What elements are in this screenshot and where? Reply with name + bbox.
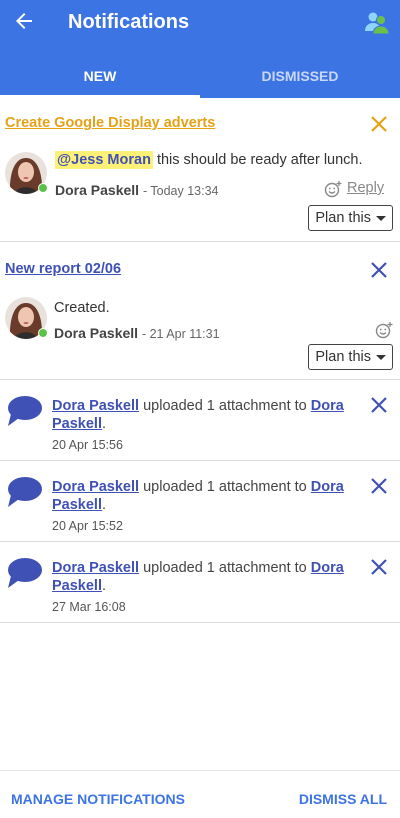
reply-link[interactable]: Reply: [347, 180, 384, 196]
notification-card: New report 02/06 Created. Dora Paskell -…: [0, 242, 400, 380]
author-name: Dora Paskell: [54, 325, 139, 341]
timestamp: 20 Apr 15:56: [52, 438, 123, 452]
tab-dismissed[interactable]: DISMISSED: [200, 52, 400, 98]
upload-suffix: .: [102, 497, 107, 513]
close-icon[interactable]: [370, 261, 388, 279]
upload-action-text: uploaded 1 attachment to: [139, 479, 311, 495]
notification-list: Create Google Display adverts @Jess Mora…: [0, 98, 400, 623]
upload-action-text: uploaded 1 attachment to: [139, 398, 311, 414]
caret-down-icon: [376, 354, 386, 360]
online-status-dot: [38, 328, 48, 338]
notification-card: Dora Paskell uploaded 1 attachment to Do…: [0, 380, 400, 461]
add-reaction-icon[interactable]: [324, 180, 342, 198]
timestamp: 27 Mar 16:08: [52, 600, 126, 614]
close-icon[interactable]: [370, 396, 388, 414]
team-users-icon[interactable]: [364, 9, 390, 35]
plan-this-dropdown[interactable]: Plan this: [308, 205, 393, 231]
notification-title[interactable]: Create Google Display adverts: [5, 115, 215, 131]
caret-down-icon: [376, 215, 386, 221]
user-mention[interactable]: @Jess Moran: [55, 151, 153, 169]
avatar: [5, 297, 48, 339]
author-line: Dora Paskell - Today 13:34: [55, 182, 218, 198]
avatar: [5, 152, 48, 194]
comment-bubble-icon: [8, 396, 42, 426]
close-icon[interactable]: [370, 558, 388, 576]
comment-text: Created.: [54, 300, 110, 316]
close-icon[interactable]: [370, 115, 388, 133]
close-icon[interactable]: [370, 477, 388, 495]
upload-notification-text: Dora Paskell uploaded 1 attachment to Do…: [52, 478, 352, 535]
user-link[interactable]: Dora Paskell: [52, 479, 139, 495]
author-line: Dora Paskell - 21 Apr 11:31: [54, 325, 220, 341]
upload-suffix: .: [102, 416, 107, 432]
manage-notifications-button[interactable]: MANAGE NOTIFICATIONS: [11, 791, 185, 807]
page-title: Notifications: [68, 11, 190, 33]
upload-suffix: .: [102, 578, 107, 594]
back-arrow-icon[interactable]: [12, 9, 36, 33]
app-bar: Notifications NEW DISMISSED: [0, 0, 400, 98]
plan-this-label: Plan this: [315, 349, 371, 365]
timestamp: 20 Apr 15:52: [52, 519, 123, 533]
footer-actions: MANAGE NOTIFICATIONS DISMISS ALL: [0, 770, 400, 818]
notification-card: Create Google Display adverts @Jess Mora…: [0, 98, 400, 242]
comment-bubble-icon: [8, 558, 42, 588]
author-name: Dora Paskell: [55, 182, 140, 198]
notification-card: Dora Paskell uploaded 1 attachment to Do…: [0, 461, 400, 542]
user-link[interactable]: Dora Paskell: [52, 560, 139, 576]
notification-card: Dora Paskell uploaded 1 attachment to Do…: [0, 542, 400, 623]
comment-text: @Jess Moran this should be ready after l…: [55, 151, 363, 169]
comment-bubble-icon: [8, 477, 42, 507]
comment-body: this should be ready after lunch.: [152, 152, 363, 168]
notification-title[interactable]: New report 02/06: [5, 261, 121, 277]
timestamp: - Today 13:34: [142, 184, 219, 198]
add-reaction-icon[interactable]: [375, 321, 393, 339]
online-status-dot: [38, 183, 48, 193]
plan-this-label: Plan this: [315, 210, 371, 226]
upload-notification-text: Dora Paskell uploaded 1 attachment to Do…: [52, 559, 352, 616]
upload-action-text: uploaded 1 attachment to: [139, 560, 311, 576]
timestamp: - 21 Apr 11:31: [141, 327, 220, 341]
plan-this-dropdown[interactable]: Plan this: [308, 344, 393, 370]
user-link[interactable]: Dora Paskell: [52, 398, 139, 414]
tab-new[interactable]: NEW: [0, 52, 200, 98]
tab-bar: NEW DISMISSED: [0, 52, 400, 98]
dismiss-all-button[interactable]: DISMISS ALL: [299, 791, 387, 807]
upload-notification-text: Dora Paskell uploaded 1 attachment to Do…: [52, 397, 352, 454]
